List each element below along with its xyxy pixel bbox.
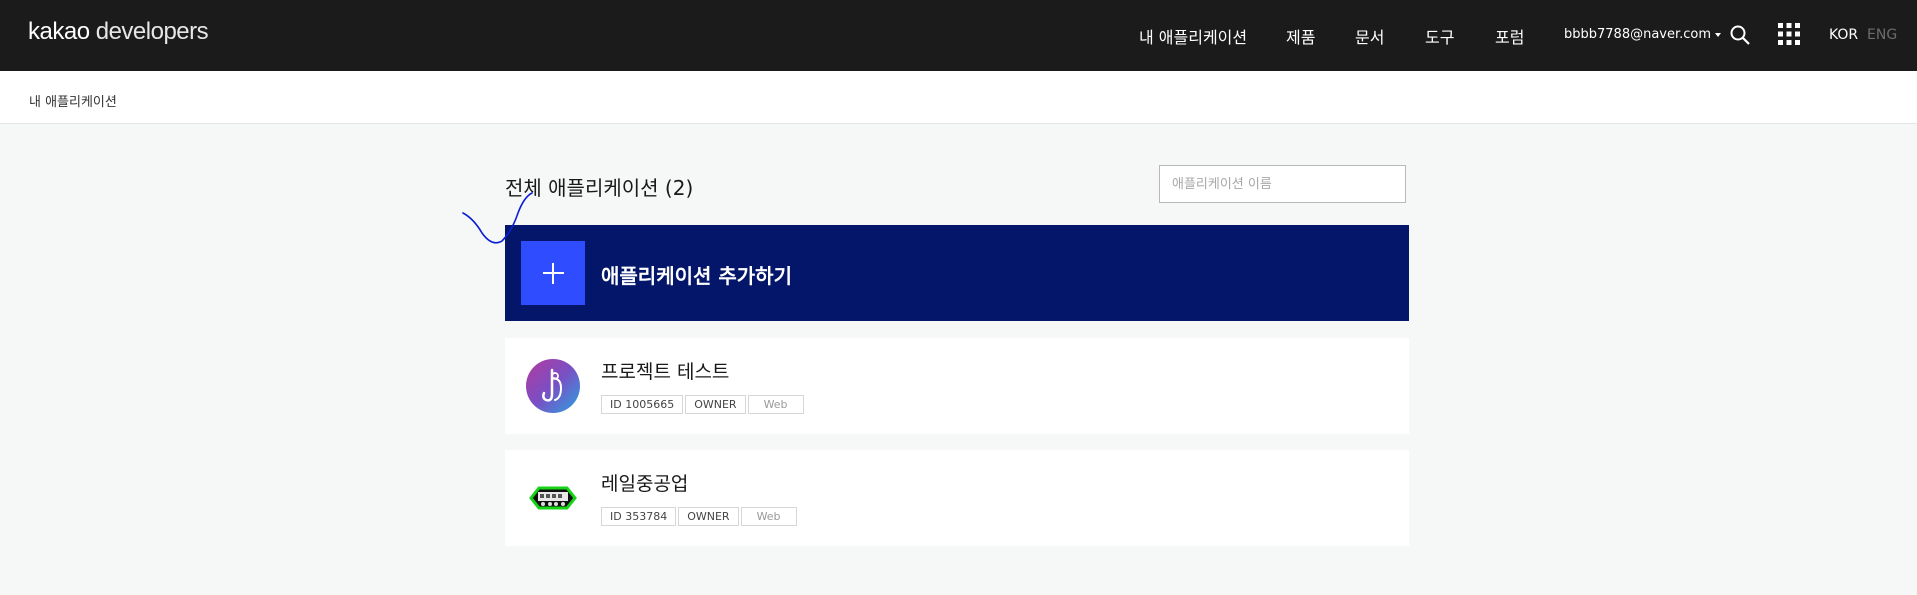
page-title: 전체 애플리케이션 (2) <box>505 176 694 200</box>
search-icon[interactable] <box>1729 24 1751 46</box>
nav-products[interactable]: 제품 <box>1286 24 1315 48</box>
plus-icon <box>521 241 585 305</box>
app-name: 프로젝트 테스트 <box>601 361 730 383</box>
add-application-label: 애플리케이션 추가하기 <box>601 264 792 288</box>
account-menu[interactable]: bbbb7788@naver.com <box>1564 27 1722 42</box>
app-search-input[interactable] <box>1159 165 1406 203</box>
app-tags: ID 353784 OWNER Web <box>601 507 799 526</box>
account-email: bbbb7788@naver.com <box>1564 27 1712 42</box>
app-platform-badge: Web <box>747 395 804 414</box>
top-navigation-bar: kakao developers 내 애플리케이션 제품 문서 도구 포럼 bb… <box>0 0 1917 71</box>
nav-my-applications[interactable]: 내 애플리케이션 <box>1139 24 1247 48</box>
app-id-badge: ID 1005665 <box>601 395 684 414</box>
app-id-badge: ID 353784 <box>601 507 677 526</box>
nav-docs[interactable]: 문서 <box>1355 24 1384 48</box>
app-platform-badge: Web <box>740 507 797 526</box>
app-role-badge: OWNER <box>685 395 746 414</box>
caret-down-icon <box>1715 32 1722 37</box>
app-card-project-test[interactable]: 프로젝트 테스트 ID 1005665 OWNER Web <box>505 338 1409 434</box>
lang-kor-toggle[interactable]: KOR <box>1829 27 1858 43</box>
kakao-developers-logo[interactable]: kakao developers <box>28 18 209 46</box>
lang-eng-toggle[interactable]: ENG <box>1867 27 1897 43</box>
add-application-button[interactable]: 애플리케이션 추가하기 <box>505 225 1409 321</box>
breadcrumb[interactable]: 내 애플리케이션 <box>29 91 117 110</box>
nav-forum[interactable]: 포럼 <box>1495 24 1524 48</box>
app-card-rail-heavy-industry[interactable]: 레일중공업 ID 353784 OWNER Web <box>505 450 1409 546</box>
train-logo-icon <box>529 486 577 510</box>
app-role-badge: OWNER <box>678 507 739 526</box>
app-name: 레일중공업 <box>601 473 689 495</box>
nav-tools[interactable]: 도구 <box>1425 24 1454 48</box>
apps-grid-icon[interactable] <box>1778 23 1800 45</box>
app-tags: ID 1005665 OWNER Web <box>601 395 806 414</box>
app-logo-icon <box>526 359 580 413</box>
breadcrumb-bar: 내 애플리케이션 <box>0 71 1917 124</box>
